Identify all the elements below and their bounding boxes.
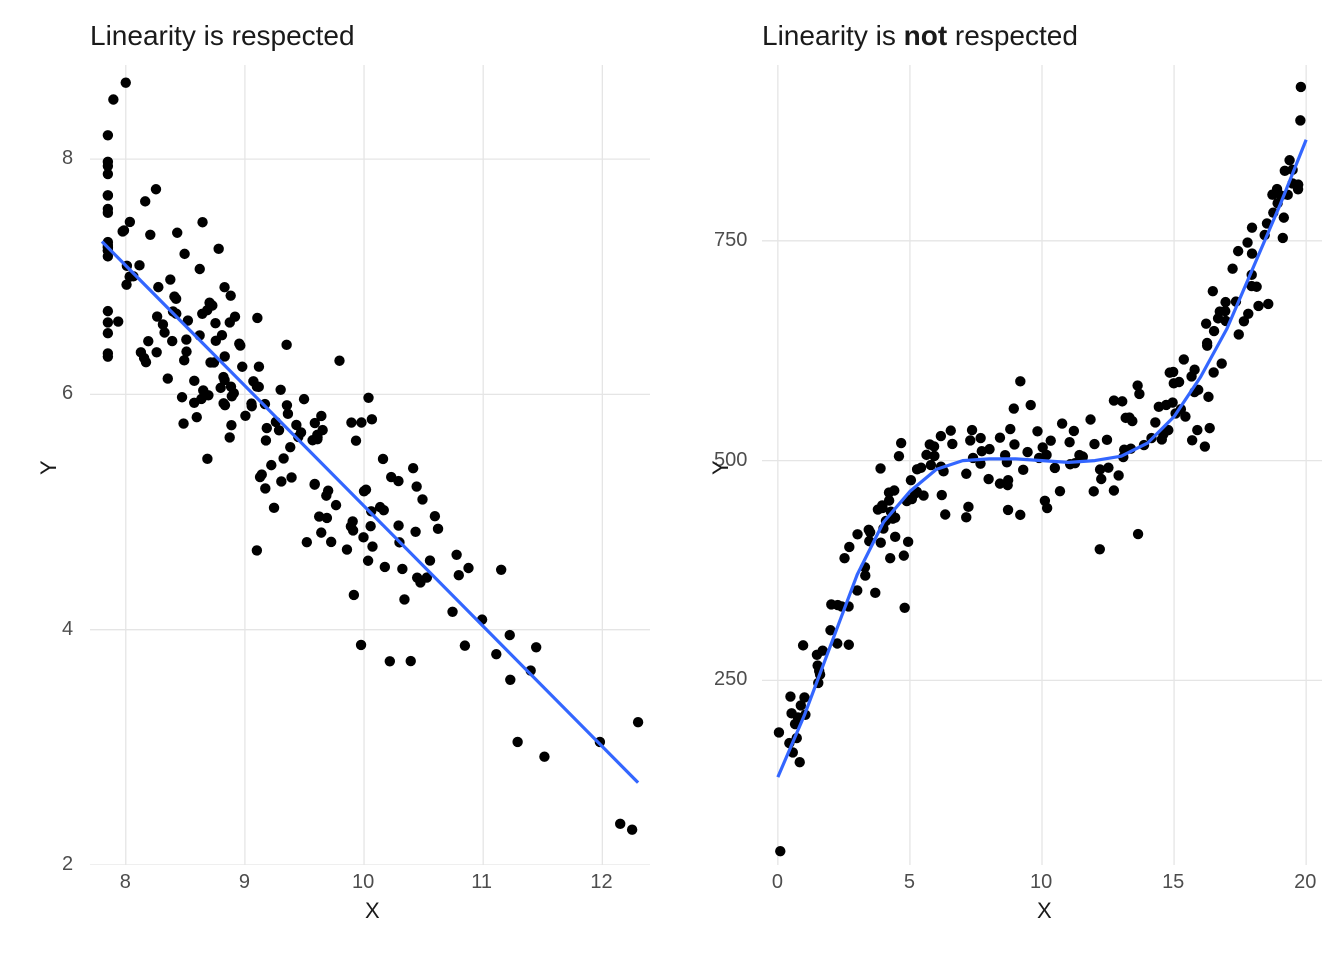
title-text: Linearity is [762,20,904,51]
right-x-axis-label: X [1037,898,1052,924]
x-tick-label: 8 [120,871,131,894]
y-tick-label: 6 [62,382,73,405]
x-tick-label: 10 [1030,871,1052,894]
chart-pair: Linearity is respected 2 4 6 8 8 9 10 11… [0,0,1344,960]
left-panel: Linearity is respected 2 4 6 8 8 9 10 11… [0,0,672,960]
x-tick-label: 0 [772,871,783,894]
right-plot-svg [762,65,1322,865]
title-text: respected [947,20,1078,51]
left-plot-svg [90,65,650,865]
right-panel: Linearity is not respected 250 500 750 0… [672,0,1344,960]
x-tick-label: 20 [1294,871,1316,894]
title-bold: not [904,20,948,51]
x-tick-label: 10 [352,871,374,894]
y-tick-label: 8 [62,147,73,170]
right-title: Linearity is not respected [762,20,1078,52]
left-plot-area [90,65,650,865]
x-tick-label: 9 [239,871,250,894]
y-tick-label: 2 [62,853,73,876]
left-title: Linearity is respected [90,20,355,52]
x-tick-label: 11 [471,871,492,894]
left-x-axis-label: X [365,898,380,924]
x-tick-label: 15 [1162,871,1184,894]
x-tick-label: 12 [590,871,612,894]
left-y-axis-label: Y [36,460,62,475]
y-tick-label: 4 [62,618,73,641]
right-y-axis-label: Y [708,460,734,475]
y-tick-label: 750 [714,229,747,252]
y-tick-label: 250 [714,668,747,691]
right-plot-area [762,65,1322,865]
x-tick-label: 5 [904,871,915,894]
